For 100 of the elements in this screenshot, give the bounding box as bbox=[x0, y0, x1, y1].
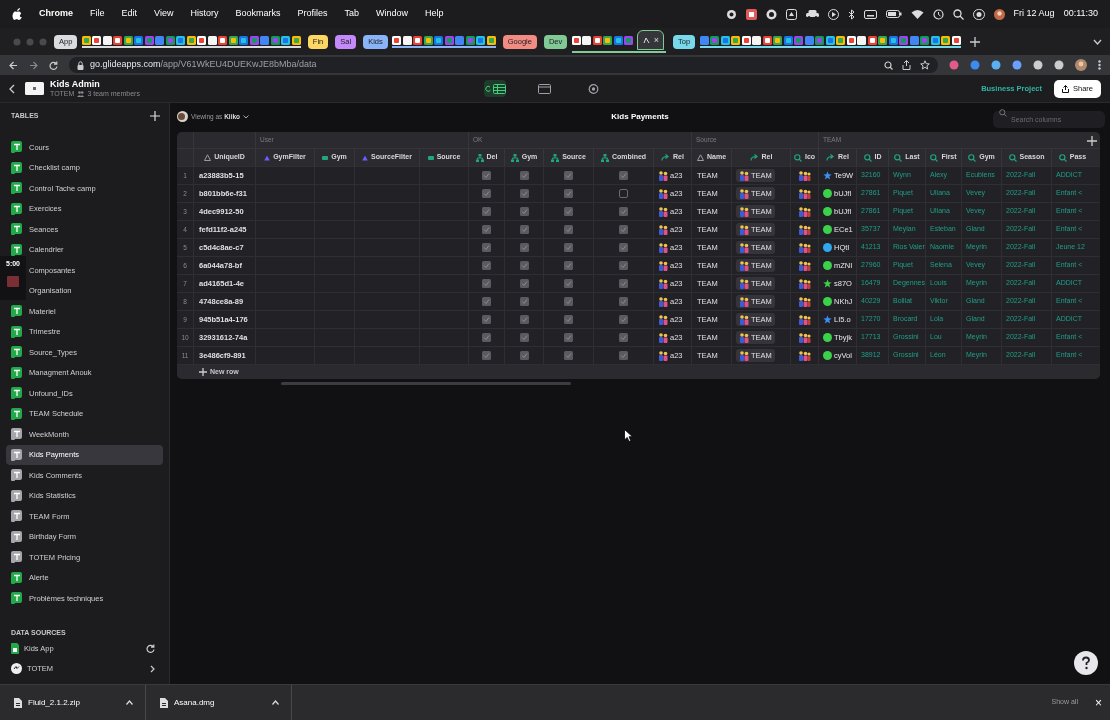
checkbox[interactable] bbox=[519, 207, 529, 216]
favicon-icon[interactable] bbox=[592, 35, 602, 45]
checkbox[interactable] bbox=[619, 297, 628, 306]
favicon-icon[interactable] bbox=[603, 35, 613, 45]
favicon-icon[interactable] bbox=[836, 35, 846, 45]
menu-item[interactable]: Help bbox=[425, 7, 444, 21]
checkbox[interactable] bbox=[564, 225, 573, 234]
app-menu[interactable]: Chrome bbox=[39, 7, 73, 21]
favicon-icon[interactable] bbox=[176, 35, 186, 45]
checkbox[interactable] bbox=[564, 315, 573, 324]
checkbox[interactable] bbox=[619, 225, 628, 234]
menu-item[interactable]: Edit bbox=[121, 7, 138, 21]
menu-item[interactable]: View bbox=[154, 7, 174, 21]
favicon-icon[interactable] bbox=[402, 35, 412, 45]
favicon-icon[interactable] bbox=[878, 35, 888, 45]
favicon-icon[interactable] bbox=[92, 35, 102, 45]
checkbox[interactable] bbox=[482, 225, 491, 234]
favicon-icon[interactable] bbox=[741, 35, 751, 45]
address-bar[interactable]: go.glideapps.com/app/V61WkEU4DUEKwJE8bMba/data bbox=[69, 57, 938, 73]
checkbox[interactable] bbox=[619, 315, 628, 324]
checkbox[interactable] bbox=[564, 189, 573, 198]
search-icon[interactable] bbox=[952, 8, 964, 20]
checkbox[interactable] bbox=[482, 189, 491, 198]
checkbox[interactable] bbox=[619, 333, 628, 342]
checkbox[interactable] bbox=[519, 279, 529, 288]
extension-icon[interactable] bbox=[1012, 60, 1022, 70]
app-icon[interactable] bbox=[745, 8, 757, 20]
avatar-icon[interactable] bbox=[993, 8, 1005, 20]
menu-item[interactable]: File bbox=[90, 7, 105, 21]
close-icon[interactable]: × bbox=[1095, 696, 1102, 709]
checkbox[interactable] bbox=[619, 189, 628, 198]
favicon-icon[interactable] bbox=[888, 35, 898, 45]
checkbox[interactable] bbox=[482, 297, 491, 306]
gear-icon[interactable] bbox=[725, 8, 737, 20]
profile-avatar-icon[interactable] bbox=[1075, 59, 1087, 71]
favicon-icon[interactable] bbox=[825, 35, 835, 45]
favicon-icon[interactable] bbox=[613, 35, 623, 45]
favicon-icon[interactable] bbox=[281, 35, 291, 45]
checkbox[interactable] bbox=[519, 333, 529, 342]
checkbox[interactable] bbox=[564, 261, 573, 270]
active-tab[interactable]: × bbox=[636, 30, 664, 50]
favicon-icon[interactable] bbox=[486, 35, 496, 45]
zoom-icon[interactable] bbox=[884, 60, 893, 70]
favicon-icon[interactable] bbox=[857, 35, 867, 45]
wifi-icon[interactable] bbox=[910, 9, 924, 19]
menu-item[interactable]: Tab bbox=[344, 7, 359, 21]
checkbox[interactable] bbox=[619, 243, 628, 252]
favicon-icon[interactable] bbox=[476, 35, 486, 45]
forward-icon[interactable] bbox=[29, 60, 38, 70]
menu-item[interactable]: History bbox=[190, 7, 219, 21]
close-tab-icon[interactable]: × bbox=[653, 35, 659, 45]
checkbox[interactable] bbox=[519, 171, 529, 180]
bluetooth-icon[interactable] bbox=[847, 8, 855, 20]
favicon-icon[interactable] bbox=[102, 35, 112, 45]
favicon-icon[interactable] bbox=[218, 35, 228, 45]
download-item[interactable]: Asana.dmg bbox=[146, 685, 292, 720]
favicon-icon[interactable] bbox=[941, 35, 951, 45]
checkbox[interactable] bbox=[619, 261, 628, 270]
checkbox[interactable] bbox=[564, 279, 573, 288]
checkbox[interactable] bbox=[519, 243, 529, 252]
menu-time[interactable]: 00:11:30 bbox=[1063, 7, 1098, 21]
favicon-icon[interactable] bbox=[228, 35, 238, 45]
back-chevron-icon[interactable] bbox=[9, 83, 15, 94]
favicon-icon[interactable] bbox=[134, 35, 144, 45]
data-tab[interactable] bbox=[484, 80, 506, 97]
checkbox[interactable] bbox=[482, 333, 491, 342]
menu-item[interactable]: Bookmarks bbox=[235, 7, 281, 21]
checkbox[interactable] bbox=[519, 297, 529, 306]
favicon-icon[interactable] bbox=[434, 35, 444, 45]
checkbox[interactable] bbox=[564, 333, 573, 342]
clock-icon[interactable] bbox=[932, 8, 944, 20]
add-table-icon[interactable] bbox=[150, 111, 160, 121]
checkbox[interactable] bbox=[619, 171, 628, 180]
favicon-icon[interactable] bbox=[291, 35, 301, 45]
menu-date[interactable]: Fri 12 Aug bbox=[1013, 7, 1055, 21]
car-icon[interactable] bbox=[805, 9, 819, 19]
help-button[interactable] bbox=[1074, 651, 1098, 675]
checkbox[interactable] bbox=[619, 351, 628, 360]
checkbox[interactable] bbox=[564, 243, 573, 252]
checkbox[interactable] bbox=[482, 351, 491, 360]
favicon-icon[interactable] bbox=[951, 35, 961, 45]
extension-icon[interactable] bbox=[1054, 60, 1064, 70]
favicon-icon[interactable] bbox=[113, 35, 123, 45]
favicon-icon[interactable] bbox=[720, 35, 730, 45]
checkbox[interactable] bbox=[564, 207, 573, 216]
favicon-icon[interactable] bbox=[413, 35, 423, 45]
share-icon[interactable] bbox=[902, 60, 911, 70]
checkbox[interactable] bbox=[564, 351, 573, 360]
favicon-icon[interactable] bbox=[773, 35, 783, 45]
extension-icon[interactable] bbox=[991, 60, 1001, 70]
checkbox[interactable] bbox=[482, 171, 491, 180]
checkbox[interactable] bbox=[482, 207, 491, 216]
checkbox[interactable] bbox=[564, 297, 573, 306]
checkbox[interactable] bbox=[482, 261, 491, 270]
favicon-icon[interactable] bbox=[81, 35, 91, 45]
favicon-icon[interactable] bbox=[186, 35, 196, 45]
checkbox[interactable] bbox=[482, 315, 491, 324]
kebab-menu-icon[interactable] bbox=[1098, 60, 1101, 70]
favicon-icon[interactable] bbox=[731, 35, 741, 45]
download-item[interactable]: Fluid_2.1.2.zip bbox=[0, 685, 146, 720]
